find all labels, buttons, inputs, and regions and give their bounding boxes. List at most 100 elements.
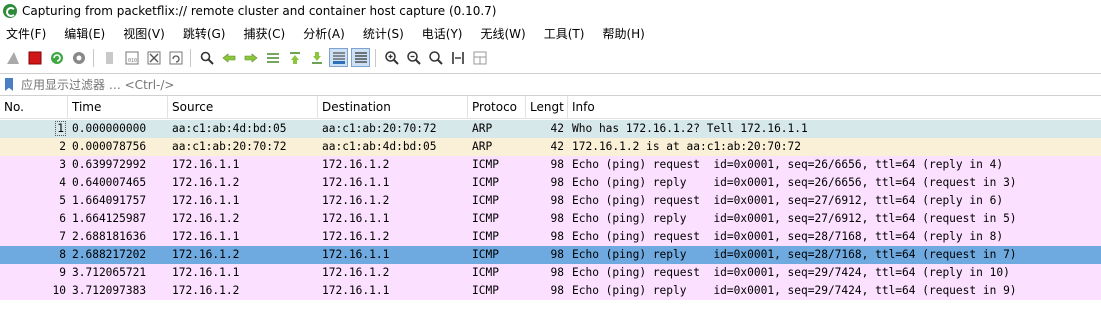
last-packet-icon[interactable] bbox=[307, 48, 326, 67]
packet-info: Echo (ping) reply id=0x0001, seq=29/7424… bbox=[572, 284, 1017, 297]
column-header-time[interactable]: Time bbox=[68, 96, 168, 118]
packet-source: 172.16.1.2 bbox=[172, 284, 240, 297]
packet-source: aa:c1:ab:4d:bd:05 bbox=[172, 122, 287, 135]
packet-time: 0.639972992 bbox=[72, 158, 147, 171]
capture-options-icon[interactable] bbox=[69, 48, 88, 67]
menu-tools[interactable]: 工具(T) bbox=[538, 25, 585, 42]
packet-time: 2.688217202 bbox=[72, 248, 147, 261]
packet-no: 1 bbox=[55, 121, 66, 136]
menu-edit[interactable]: 编辑(E) bbox=[58, 25, 105, 42]
menu-go[interactable]: 跳转(G) bbox=[177, 25, 226, 42]
packet-protocol: ARP bbox=[472, 122, 493, 135]
packet-list: 1 0.000000000 aa:c1:ab:4d:bd:05 aa:c1:ab… bbox=[0, 120, 1101, 300]
column-header-destination[interactable]: Destination bbox=[318, 96, 468, 118]
go-back-icon[interactable] bbox=[219, 48, 238, 67]
column-header-protocol[interactable]: Protoco bbox=[468, 96, 526, 118]
stop-capture-icon[interactable] bbox=[25, 48, 44, 67]
packet-time: 1.664125987 bbox=[72, 212, 147, 225]
packet-length: 98 bbox=[550, 158, 564, 171]
resize-columns-icon[interactable] bbox=[448, 48, 467, 67]
zoom-in-icon[interactable] bbox=[382, 48, 401, 67]
menu-capture[interactable]: 捕获(C) bbox=[237, 25, 285, 42]
packet-destination: 172.16.1.2 bbox=[322, 194, 390, 207]
go-forward-icon[interactable] bbox=[241, 48, 260, 67]
packet-source: aa:c1:ab:20:70:72 bbox=[172, 140, 287, 153]
column-header-length[interactable]: Lengt bbox=[526, 96, 568, 118]
restart-capture-icon[interactable] bbox=[47, 48, 66, 67]
first-packet-icon[interactable] bbox=[285, 48, 304, 67]
packet-time: 3.712065721 bbox=[72, 266, 147, 279]
menu-statistics[interactable]: 统计(S) bbox=[357, 25, 404, 42]
packet-no: 9 bbox=[59, 266, 66, 279]
packet-protocol: ICMP bbox=[472, 194, 499, 207]
column-header-info[interactable]: Info bbox=[568, 96, 1101, 118]
table-row[interactable]: 7 2.688181636 172.16.1.1 172.16.1.2 ICMP… bbox=[0, 228, 1101, 246]
toolbar-separator bbox=[190, 48, 191, 67]
packet-destination: aa:c1:ab:20:70:72 bbox=[322, 122, 437, 135]
packet-length: 42 bbox=[550, 140, 564, 153]
packet-time: 0.000078756 bbox=[72, 140, 147, 153]
packet-length: 98 bbox=[550, 284, 564, 297]
title-bar: Capturing from packetflix:// remote clus… bbox=[0, 0, 1101, 22]
menu-telephony[interactable]: 电话(Y) bbox=[416, 25, 463, 42]
packet-no: 7 bbox=[59, 230, 66, 243]
packet-length: 98 bbox=[550, 176, 564, 189]
table-row[interactable]: 5 1.664091757 172.16.1.1 172.16.1.2 ICMP… bbox=[0, 192, 1101, 210]
svg-text:010: 010 bbox=[128, 58, 137, 64]
column-header-source[interactable]: Source bbox=[168, 96, 318, 118]
window-title: Capturing from packetflix:// remote clus… bbox=[22, 4, 497, 18]
table-row[interactable]: 9 3.712065721 172.16.1.1 172.16.1.2 ICMP… bbox=[0, 264, 1101, 282]
packet-protocol: ICMP bbox=[472, 248, 499, 261]
autoscroll-icon[interactable] bbox=[329, 48, 348, 67]
find-packet-icon[interactable] bbox=[197, 48, 216, 67]
table-row[interactable]: 10 3.712097383 172.16.1.2 172.16.1.1 ICM… bbox=[0, 282, 1101, 300]
go-to-packet-icon[interactable] bbox=[263, 48, 282, 67]
table-row[interactable]: 1 0.000000000 aa:c1:ab:4d:bd:05 aa:c1:ab… bbox=[0, 120, 1101, 138]
packet-protocol: ICMP bbox=[472, 176, 499, 189]
packet-no: 8 bbox=[59, 248, 66, 261]
close-file-icon[interactable] bbox=[144, 48, 163, 67]
packet-source: 172.16.1.1 bbox=[172, 230, 240, 243]
reload-file-icon[interactable] bbox=[166, 48, 185, 67]
table-row-selected[interactable]: 8 2.688217202 172.16.1.2 172.16.1.1 ICMP… bbox=[0, 246, 1101, 264]
table-row[interactable]: 3 0.639972992 172.16.1.1 172.16.1.2 ICMP… bbox=[0, 156, 1101, 174]
menu-wireless[interactable]: 无线(W) bbox=[475, 25, 526, 42]
normal-size-icon[interactable] bbox=[426, 48, 445, 67]
packet-length: 98 bbox=[550, 212, 564, 225]
packet-protocol: ICMP bbox=[472, 284, 499, 297]
packet-time: 0.000000000 bbox=[72, 122, 147, 135]
menu-help[interactable]: 帮助(H) bbox=[596, 25, 644, 42]
menu-view[interactable]: 视图(V) bbox=[117, 25, 165, 42]
table-row[interactable]: 6 1.664125987 172.16.1.2 172.16.1.1 ICMP… bbox=[0, 210, 1101, 228]
packet-length: 98 bbox=[550, 266, 564, 279]
packet-no: 4 bbox=[59, 176, 66, 189]
packet-source: 172.16.1.1 bbox=[172, 194, 240, 207]
layout-icon[interactable] bbox=[470, 48, 489, 67]
packet-info: Echo (ping) reply id=0x0001, seq=28/7168… bbox=[572, 248, 1017, 261]
table-row[interactable]: 4 0.640007465 172.16.1.2 172.16.1.1 ICMP… bbox=[0, 174, 1101, 192]
table-row[interactable]: 2 0.000078756 aa:c1:ab:20:70:72 aa:c1:ab… bbox=[0, 138, 1101, 156]
packet-info: Echo (ping) request id=0x0001, seq=27/69… bbox=[572, 194, 1004, 207]
display-filter-input[interactable] bbox=[21, 77, 1081, 92]
menu-analyze[interactable]: 分析(A) bbox=[297, 25, 345, 42]
packet-source: 172.16.1.1 bbox=[172, 266, 240, 279]
packet-info: Who has 172.16.1.2? Tell 172.16.1.1 bbox=[572, 122, 808, 135]
zoom-out-icon[interactable] bbox=[404, 48, 423, 67]
column-header-no[interactable]: No. bbox=[0, 96, 68, 118]
open-file-icon[interactable] bbox=[100, 48, 119, 67]
packet-no: 10 bbox=[52, 284, 66, 297]
colorize-icon[interactable] bbox=[351, 48, 370, 67]
packet-info: Echo (ping) request id=0x0001, seq=26/66… bbox=[572, 158, 1004, 171]
packet-destination: 172.16.1.1 bbox=[322, 176, 390, 189]
packet-list-header: No. Time Source Destination Protoco Leng… bbox=[0, 96, 1101, 119]
shark-fin-start-icon[interactable] bbox=[3, 48, 22, 67]
packet-info: Echo (ping) request id=0x0001, seq=28/71… bbox=[572, 230, 1004, 243]
packet-destination: aa:c1:ab:4d:bd:05 bbox=[322, 140, 437, 153]
filter-bookmark-icon[interactable] bbox=[5, 78, 13, 91]
packet-protocol: ICMP bbox=[472, 230, 499, 243]
packet-protocol: ICMP bbox=[472, 266, 499, 279]
packet-info: Echo (ping) reply id=0x0001, seq=26/6656… bbox=[572, 176, 1017, 189]
packet-protocol: ICMP bbox=[472, 212, 499, 225]
save-file-icon[interactable]: 010 bbox=[122, 48, 141, 67]
menu-file[interactable]: 文件(F) bbox=[0, 25, 46, 42]
